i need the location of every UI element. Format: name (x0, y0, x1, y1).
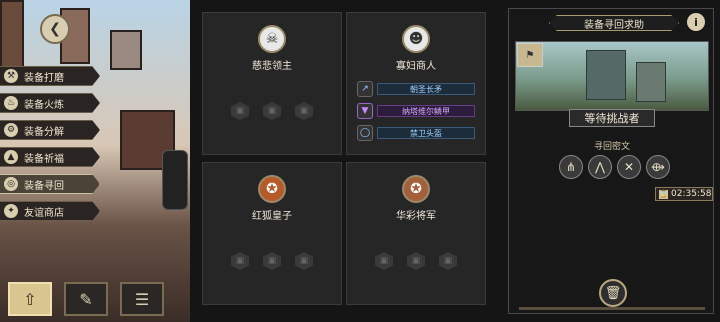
list-item[interactable]: ▼ 纳塔维尔鳞甲 (357, 102, 475, 120)
challenge-scene-image (515, 41, 709, 111)
back-button[interactable]: ❮ (40, 14, 70, 44)
boss-grid: ☠ 慈悲领主 ▣ ▣ ▣ ☻ 寡妇商人 ↗ 朝圣长矛 ▼ 纳塔维尔鳞甲 ◯ 禁卫… (198, 10, 490, 312)
timer-value: 02:35:58 (671, 189, 712, 199)
empty-slot-icon[interactable]: ▣ (231, 102, 249, 120)
empty-slot-icon[interactable]: ▣ (231, 252, 249, 270)
item-list: ↗ 朝圣长矛 ▼ 纳塔维尔鳞甲 ◯ 禁卫头盔 (357, 80, 475, 146)
menu-button[interactable]: ☰ (120, 282, 164, 316)
nav-item-retrieve[interactable]: ◎ 装备寻回 (0, 174, 100, 194)
boss-name: 寡妇商人 (396, 61, 436, 72)
equipment-slots: ▣ ▣ ▣ (375, 252, 457, 270)
countdown-timer: ⌛ 02:35:58 (655, 187, 713, 201)
pray-icon: ▲ (4, 150, 18, 164)
waiting-status: 等待挑战者 (569, 109, 655, 127)
nav-item-friend-shop[interactable]: ✦ 友谊商店 (0, 201, 100, 221)
home-button[interactable]: ⇧ (8, 282, 52, 316)
retrieve-help-panel: 装备寻回求助 i ⚑ 等待挑战者 寻回密文 ⋔ ⋀ ✕ ⟴ ⌛ 02:35:58… (508, 8, 714, 314)
cipher-label: 寻回密文 (593, 142, 630, 152)
item-name: 纳塔维尔鳞甲 (377, 105, 475, 117)
boss-name: 慈悲领主 (252, 61, 292, 72)
item-name: 朝圣长矛 (377, 83, 475, 95)
boss-portrait: ✪ (402, 175, 430, 203)
flame-icon: ♨ (4, 96, 18, 110)
boss-card[interactable]: ☻ 寡妇商人 ↗ 朝圣长矛 ▼ 纳塔维尔鳞甲 ◯ 禁卫头盔 (346, 12, 486, 155)
gear-icon: ⚙ (4, 123, 18, 137)
cipher-symbol-icon[interactable]: ✕ (617, 155, 641, 179)
cipher-symbol-icon[interactable]: ⋀ (588, 155, 612, 179)
nav-item-label: 装备火炼 (24, 99, 64, 111)
item-name: 禁卫头盔 (377, 127, 475, 139)
nav-item-decompose[interactable]: ⚙ 装备分解 (0, 120, 100, 140)
nav-item-forge[interactable]: ♨ 装备火炼 (0, 93, 100, 113)
boss-card[interactable]: ✪ 华彩将军 ▣ ▣ ▣ (346, 162, 486, 305)
scene-building (636, 62, 666, 102)
list-item[interactable]: ↗ 朝圣长矛 (357, 80, 475, 98)
hammer-icon: ⚒ (4, 69, 18, 83)
nav-item-label: 装备寻回 (24, 180, 64, 192)
info-icon[interactable]: i (687, 13, 705, 31)
feather-button[interactable]: ✎ (64, 282, 108, 316)
scene-building (586, 50, 626, 100)
empty-slot-icon[interactable]: ▣ (439, 252, 457, 270)
nav-item-polish[interactable]: ⚒ 装备打磨 (0, 66, 100, 86)
equipment-slots: ▣ ▣ ▣ (231, 252, 313, 270)
empty-slot-icon[interactable]: ▣ (375, 252, 393, 270)
bottom-bar: ⇧ ✎ ☰ (8, 282, 164, 316)
helmet-icon: ◯ (357, 125, 373, 141)
equipment-slots: ▣ ▣ ▣ (231, 102, 313, 120)
boss-portrait: ☻ (402, 25, 430, 53)
empty-slot-icon[interactable]: ▣ (295, 102, 313, 120)
hourglass-icon: ⌛ (659, 189, 668, 199)
cipher-codes: ⋔ ⋀ ✕ ⟴ (559, 155, 670, 179)
spear-icon: ↗ (357, 81, 373, 97)
boss-card[interactable]: ☠ 慈悲领主 ▣ ▣ ▣ (202, 12, 342, 155)
cipher-symbol-icon[interactable]: ⋔ (559, 155, 583, 179)
boss-name: 华彩将军 (396, 211, 436, 222)
panel-title: 装备寻回求助 (549, 15, 679, 31)
cipher-symbol-icon[interactable]: ⟴ (646, 155, 670, 179)
building (0, 0, 24, 70)
nav-item-pray[interactable]: ▲ 装备祈福 (0, 147, 100, 167)
nav-item-label: 装备分解 (24, 126, 64, 138)
delete-button[interactable]: 🗑 (599, 279, 627, 307)
boss-portrait: ☠ (258, 25, 286, 53)
building (110, 30, 142, 70)
nav-item-label: 装备祈福 (24, 153, 64, 165)
boss-portrait: ✪ (258, 175, 286, 203)
nav-item-label: 友谊商店 (24, 207, 64, 219)
panel-divider (519, 307, 705, 310)
empty-slot-icon[interactable]: ▣ (407, 252, 425, 270)
boss-name: 红狐皇子 (252, 211, 292, 222)
armor-icon: ▼ (357, 103, 373, 119)
scene-scroll-handle[interactable] (162, 150, 188, 210)
retrieve-icon: ◎ (4, 177, 18, 191)
list-item[interactable]: ◯ 禁卫头盔 (357, 124, 475, 142)
challenger-thumbnail-icon[interactable]: ⚑ (517, 43, 543, 67)
fox-shop-icon: ✦ (4, 204, 18, 218)
empty-slot-icon[interactable]: ▣ (263, 102, 281, 120)
boss-card[interactable]: ✪ 红狐皇子 ▣ ▣ ▣ (202, 162, 342, 305)
side-nav: ⚒ 装备打磨 ♨ 装备火炼 ⚙ 装备分解 ▲ 装备祈福 ◎ 装备寻回 ✦ 友谊商… (0, 66, 100, 228)
nav-item-label: 装备打磨 (24, 72, 64, 84)
empty-slot-icon[interactable]: ▣ (295, 252, 313, 270)
empty-slot-icon[interactable]: ▣ (263, 252, 281, 270)
